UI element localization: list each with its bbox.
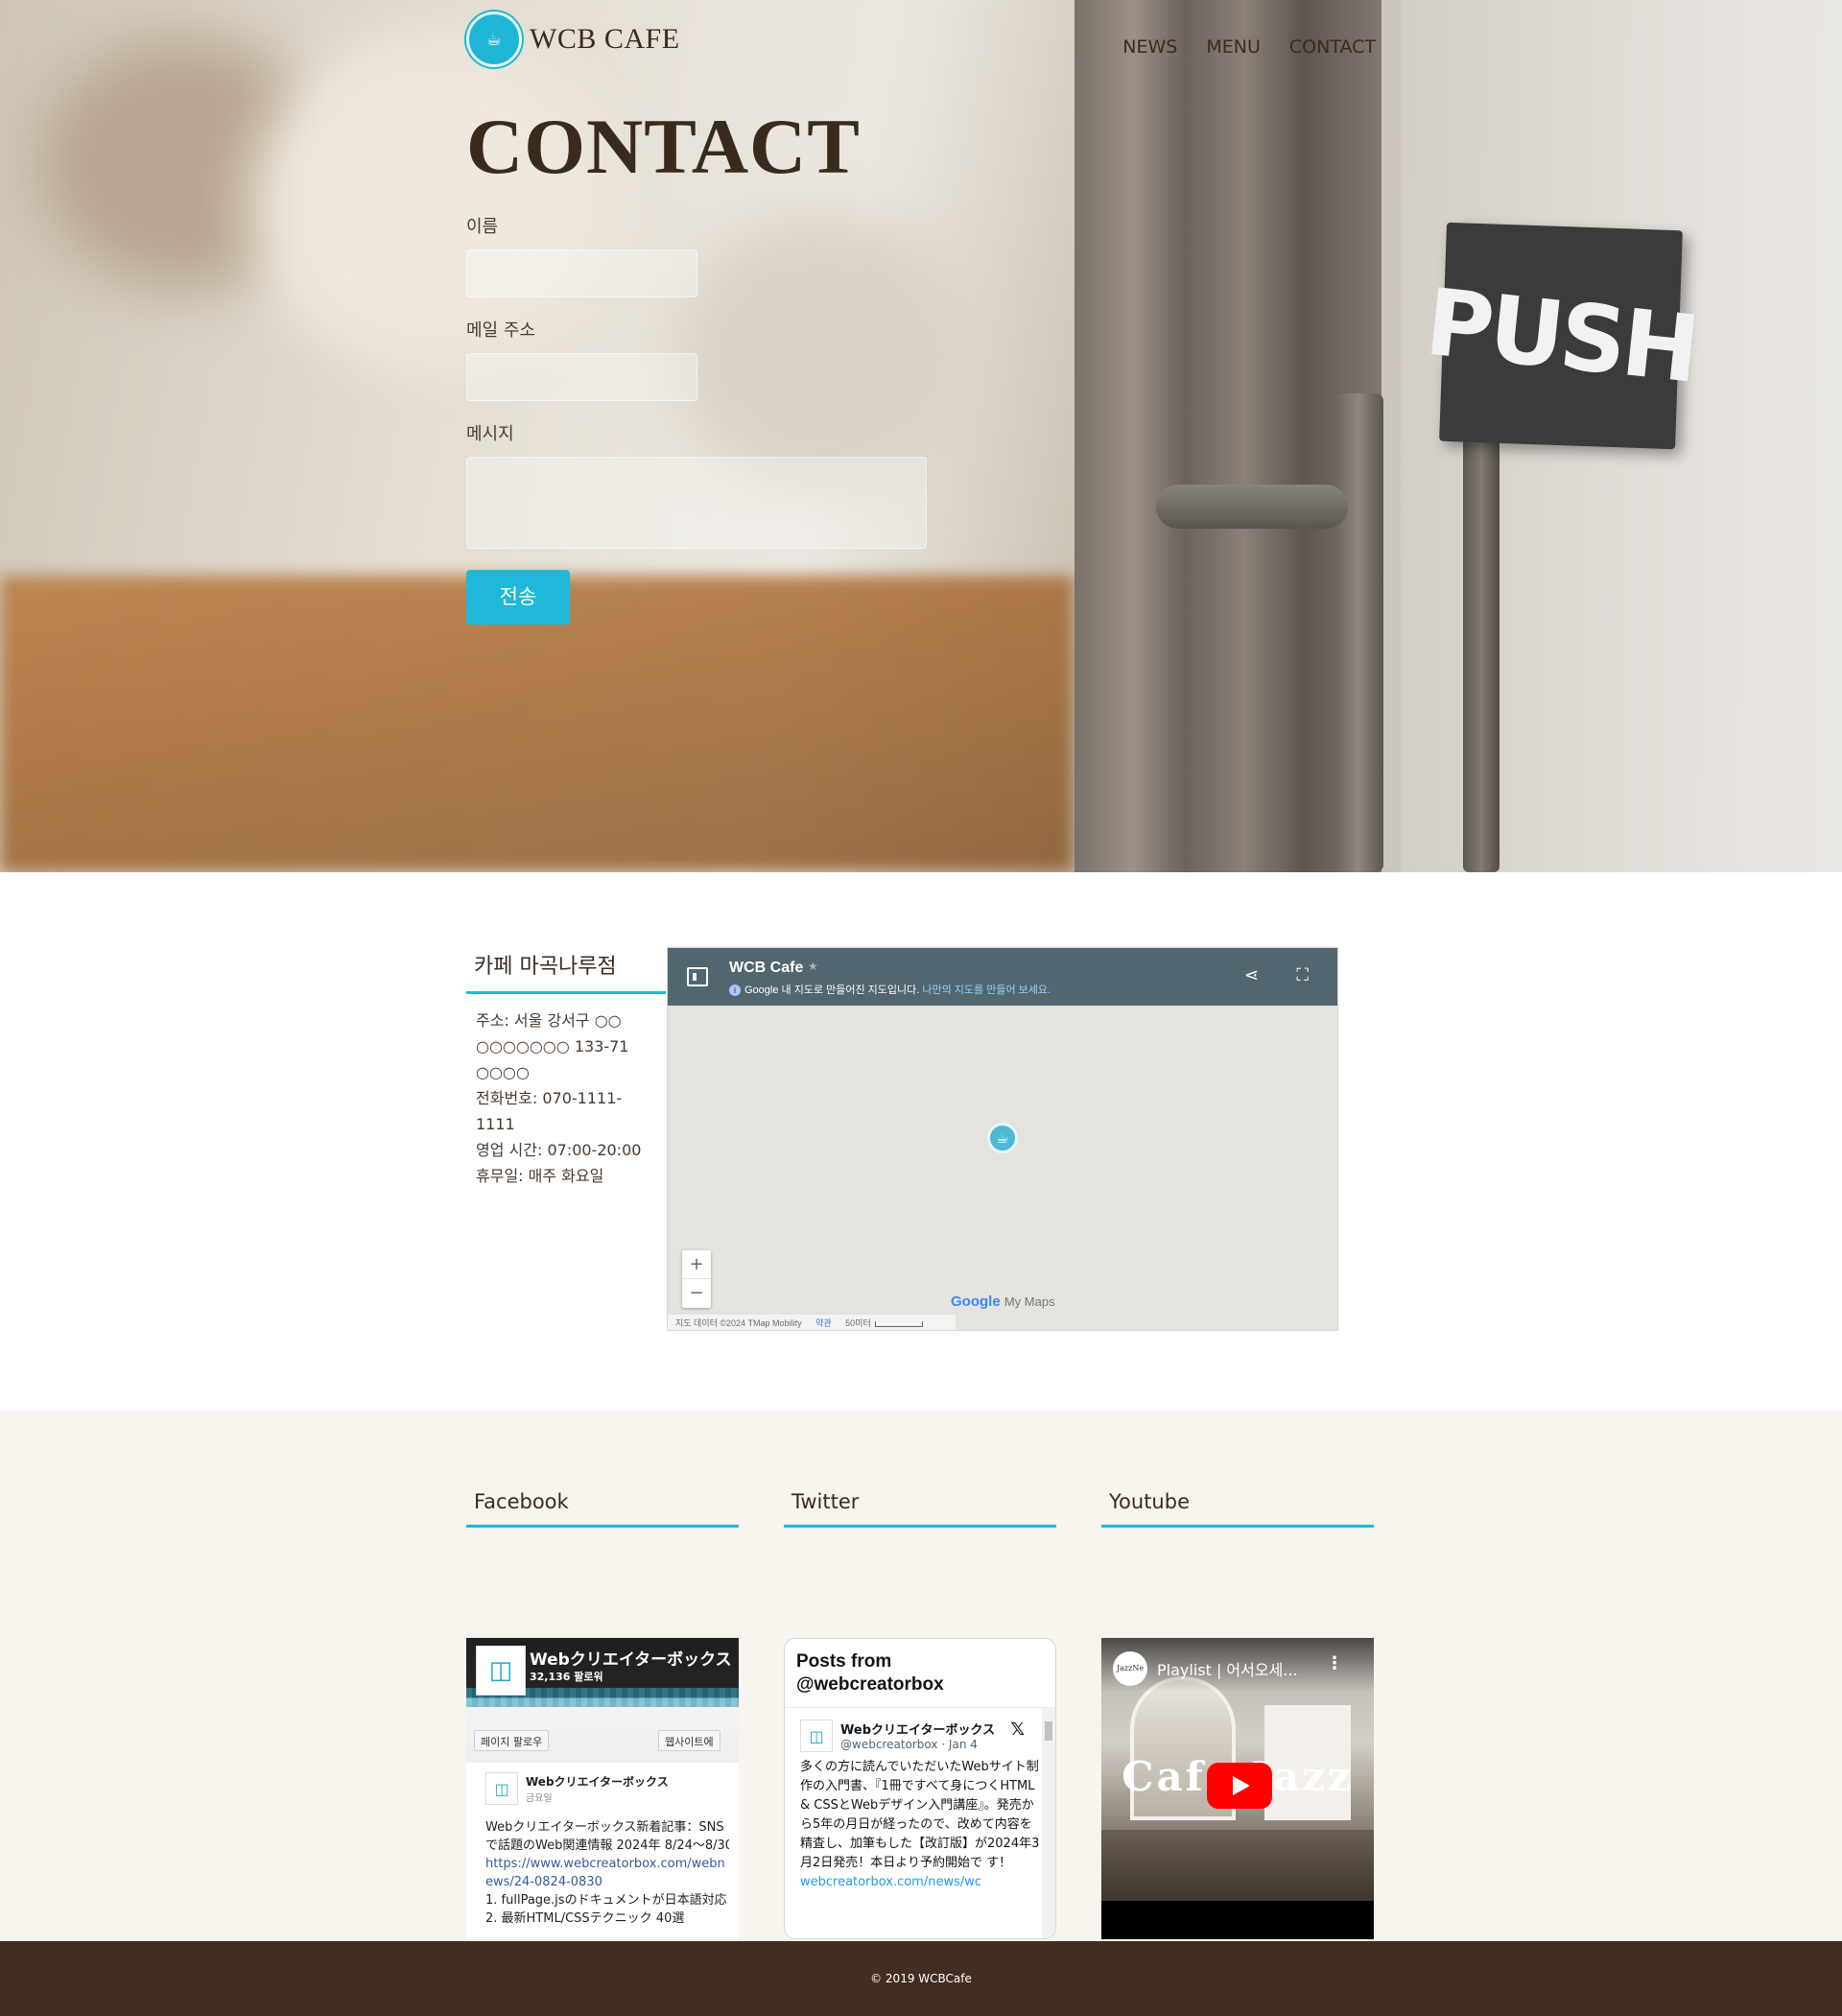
map-subtitle-text: Google 내 지도로 만들어진 지도입니다. — [744, 984, 920, 996]
name-field[interactable] — [466, 249, 697, 297]
twitter-heading: Twitter — [784, 1490, 1056, 1528]
x-logo-icon[interactable]: 𝕏 — [1010, 1720, 1025, 1740]
google-mymaps-logo: Google My Maps — [951, 1293, 1055, 1310]
twitter-box-title: Posts from @webcreatorbox — [785, 1639, 1055, 1708]
twitter-column: Twitter Posts from @webcreatorbox ◫ Webク… — [784, 1490, 1056, 1939]
fb-follow-button[interactable]: 페이지 팔로우 — [474, 1730, 550, 1751]
fb-followers: 32,136 팔로워 — [530, 1671, 603, 1683]
fb-post-line: 1. fullPage.jsのドキュメントが日本語対応 — [485, 1893, 727, 1908]
play-icon[interactable] — [1207, 1763, 1272, 1809]
facebook-widget[interactable]: ◫ Webクリエイターボックス 32,136 팔로워 페이지 팔로우 웹사이트에… — [466, 1638, 739, 1939]
hero-section: PUSH ☕ WCB CAFE NEWS MENU CONTACT CONTAC… — [0, 0, 1842, 872]
logo-cup-icon: ☕ — [466, 12, 522, 67]
map-title: WCB Cafe — [729, 960, 804, 976]
youtube-heading: Youtube — [1101, 1490, 1374, 1528]
map-sidebar-icon[interactable] — [687, 967, 708, 986]
tweet-handle[interactable]: @webcreatorbox · Jan 4 — [840, 1738, 995, 1751]
bg-door-handle-grip — [1156, 485, 1348, 529]
map-subtitle: i Google 내 지도로 만들어진 지도입니다. 나만의 지도를 만들어 보세… — [729, 982, 1051, 997]
contact-form: 이름 메일 주소 메시지 전송 — [466, 213, 936, 625]
facebook-heading: Facebook — [466, 1490, 739, 1528]
zoom-in-button[interactable]: + — [682, 1250, 711, 1279]
store-title: 카페 마곡나루점 — [466, 945, 666, 994]
tweet-link[interactable]: webcreatorbox.com/news/wc — [800, 1875, 981, 1889]
fb-post-date[interactable]: 금요일 — [526, 1790, 669, 1804]
map-pin-icon[interactable]: ☕ — [987, 1123, 1018, 1153]
map-create-link[interactable]: 나만의 지도를 만들어 보세요. — [922, 984, 1051, 996]
tweet-body: 多くの方に読んでいただいたWebサイト制作の入門書、『1冊ですべて身につくHTM… — [800, 1760, 1040, 1870]
fb-post-line: Webクリエイターボックス新着記事：SNS — [485, 1820, 724, 1835]
thumb-floor — [1101, 1830, 1374, 1901]
push-sign: PUSH — [1421, 222, 1701, 450]
fb-post: ◫ Webクリエイターボックス 금요일 Webクリエイターボックス新着記事：SN… — [466, 1763, 739, 1928]
zoom-control: + − — [682, 1250, 711, 1308]
nav-contact[interactable]: CONTACT — [1289, 36, 1376, 58]
store-closed: 휴무일: 매주 화요일 — [476, 1167, 604, 1185]
map-terms-link[interactable]: 약관 — [815, 1318, 832, 1328]
map-scale-bar — [874, 1320, 923, 1327]
google-word: Google — [951, 1293, 1001, 1310]
tweet-author[interactable]: Webクリエイターボックス — [840, 1720, 995, 1738]
star-icon[interactable]: ★ — [808, 960, 818, 973]
message-field[interactable] — [466, 457, 927, 549]
bg-door-handle — [1334, 393, 1383, 872]
site-footer: © 2019 WCBCafe — [0, 1941, 1842, 2016]
map-scale-label: 50미터 — [845, 1318, 871, 1328]
map-footer: 지도 데이터 ©2024 TMap Mobility 약관 50미터 — [668, 1315, 956, 1330]
post-avatar-icon[interactable]: ◫ — [485, 1772, 518, 1805]
store-hours: 영업 시간: 07:00-20:00 — [476, 1141, 642, 1159]
youtube-column: Youtube JazzNe Playlist | 어서오세... ⋮ Cafe… — [1101, 1490, 1374, 1939]
tweet-text: 多くの方に読んでいただいたWebサイト制作の入門書、『1冊ですべて身につくHTM… — [800, 1758, 1042, 1892]
copyright: © 2019 WCBCafe — [870, 1972, 972, 1985]
embedded-map[interactable]: WCB Cafe ★ i Google 내 지도로 만들어진 지도입니다. 나만의… — [667, 947, 1338, 1331]
email-label: 메일 주소 — [466, 320, 535, 341]
mymaps-word: My Maps — [1004, 1294, 1055, 1309]
email-field[interactable] — [466, 353, 697, 401]
store-address: 주소: 서울 강서구 ○○ ○○○○○○○ 133-71 ○○○○ — [476, 1011, 629, 1081]
tweet-avatar-icon[interactable]: ◫ — [800, 1720, 833, 1752]
fb-post-author[interactable]: Webクリエイターボックス — [526, 1773, 669, 1790]
facebook-cover: ◫ Webクリエイターボックス 32,136 팔로워 페이지 팔로우 웹사이트에 — [466, 1638, 739, 1763]
fb-post-line: 2. 最新HTML/CSSテクニック 40選 — [485, 1911, 685, 1926]
logo-text: WCB CAFE — [530, 23, 680, 55]
tweet-scrollbar[interactable] — [1042, 1708, 1055, 1938]
fb-post-text: Webクリエイターボックス新着記事：SNS で話題のWeb関連情報 2024年 … — [485, 1818, 729, 1928]
map-header: WCB Cafe ★ i Google 내 지도로 만들어진 지도입니다. 나만의… — [668, 948, 1337, 1006]
channel-avatar[interactable]: JazzNe — [1113, 1651, 1147, 1686]
message-label: 메시지 — [466, 424, 514, 444]
fb-website-button[interactable]: 웹사이트에 — [658, 1730, 720, 1751]
store-phone: 전화번호: 070-1111-1111 — [476, 1089, 623, 1133]
zoom-out-button[interactable]: − — [682, 1279, 711, 1308]
main-nav: NEWS MENU CONTACT — [1122, 36, 1376, 58]
name-label: 이름 — [466, 217, 499, 237]
tweet: ◫ Webクリエイターボックス @webcreatorbox · Jan 4 𝕏… — [785, 1708, 1055, 1938]
facebook-column: Facebook ◫ Webクリエイターボックス 32,136 팔로워 페이지 … — [466, 1490, 739, 1939]
social-section: Facebook ◫ Webクリエイターボックス 32,136 팔로워 페이지 … — [0, 1411, 1842, 1941]
page-avatar-icon[interactable]: ◫ — [476, 1646, 526, 1696]
page-title: CONTACT — [466, 103, 861, 190]
submit-button[interactable]: 전송 — [466, 570, 570, 625]
site-header: ☕ WCB CAFE NEWS MENU CONTACT — [466, 12, 1376, 79]
fullscreen-icon[interactable]: ⛶ — [1296, 965, 1309, 985]
more-icon[interactable]: ⋮ — [1326, 1653, 1343, 1673]
youtube-embed[interactable]: JazzNe Playlist | 어서오세... ⋮ Cafe Jazz — [1101, 1638, 1374, 1939]
nav-menu[interactable]: MENU — [1206, 36, 1261, 58]
bg-sign-post — [1463, 432, 1500, 872]
fb-page-name[interactable]: Webクリエイターボックス — [530, 1646, 732, 1670]
map-data-credit: 지도 데이터 ©2024 TMap Mobility — [675, 1318, 802, 1328]
twitter-widget[interactable]: Posts from @webcreatorbox ◫ Webクリエイターボック… — [784, 1638, 1056, 1939]
info-icon: i — [729, 984, 741, 996]
fb-post-line: で話題のWeb関連情報 2024年 8/24〜8/30 — [485, 1838, 729, 1853]
nav-news[interactable]: NEWS — [1122, 36, 1177, 58]
store-info: 카페 마곡나루점 주소: 서울 강서구 ○○ ○○○○○○○ 133-71 ○○… — [466, 945, 666, 1202]
video-title[interactable]: Playlist | 어서오세... — [1157, 1657, 1298, 1680]
logo[interactable]: ☕ WCB CAFE — [466, 12, 680, 67]
fb-post-link[interactable]: https://www.webcreatorbox.com/webnews/24… — [485, 1855, 729, 1891]
share-icon[interactable]: ⋖ — [1244, 965, 1259, 985]
